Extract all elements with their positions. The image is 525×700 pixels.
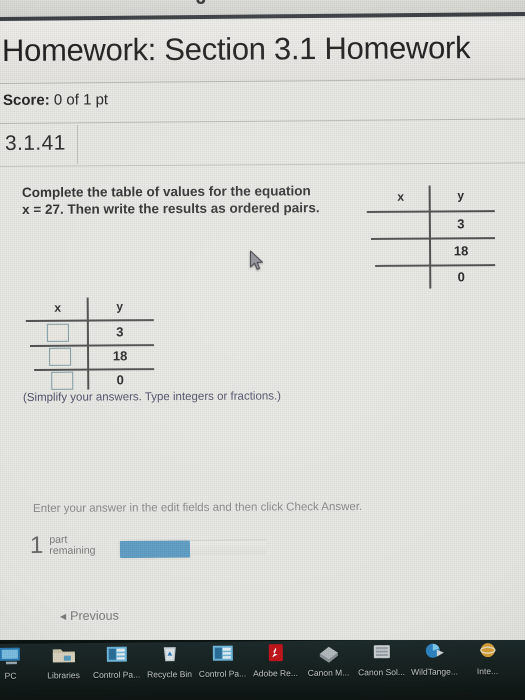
- divider-under-score: [0, 118, 525, 124]
- desktop-item-label: Control Pa...: [92, 669, 141, 680]
- mouse-cursor-icon: [249, 250, 263, 270]
- score-line: Score: 0 of 1 pt: [3, 91, 108, 109]
- answer-input-x-1[interactable]: [46, 323, 69, 342]
- parts-remaining: 1 part remaining: [29, 531, 96, 559]
- answer-table-header-y: y: [116, 299, 124, 314]
- question-prompt: Complete the table of values for the equ…: [22, 182, 342, 218]
- desktop-item-label: WildTange...: [411, 666, 458, 677]
- answer-values-table: x y 3 18 0: [25, 297, 177, 394]
- desktop-item-label: Libraries: [47, 670, 80, 681]
- desktop-item-internet[interactable]: Inte...: [461, 640, 514, 676]
- desktop-item-label: Canon Sol...: [358, 666, 405, 678]
- secondary-button-ghost[interactable]: [189, 539, 267, 555]
- prompt-line-1: Complete the table of values for the equ…: [21, 183, 311, 201]
- answer-table-rule-1: [25, 319, 154, 322]
- desktop-item-label: Recycle Bin: [147, 669, 193, 680]
- given-table-rule-1: [366, 210, 495, 213]
- canon-mp-icon: [313, 640, 343, 666]
- desktop-item-recycle-bin[interactable]: Recycle Bin: [143, 641, 196, 680]
- simplify-hint: (Simplify your answers. Type integers or…: [22, 390, 282, 404]
- question-id: 3.1.41: [4, 131, 66, 155]
- folder-icon: [48, 642, 78, 668]
- enter-answer-note: Enter your answer in the edit fields and…: [32, 500, 363, 515]
- given-table-header-y: y: [457, 188, 465, 203]
- control-panel-icon: [207, 641, 237, 667]
- check-answer-button[interactable]: [119, 540, 191, 558]
- desktop-icon-strip: PC Libraries Control Pa... Recycle Bin C…: [0, 640, 525, 700]
- answer-input-x-2[interactable]: [49, 347, 72, 366]
- divider-under-question-id: [0, 162, 525, 167]
- answer-table-rule-2: [29, 344, 155, 347]
- desktop-item-control-panel-1[interactable]: Control Pa...: [90, 641, 143, 680]
- score-label: Score:: [2, 91, 50, 109]
- desktop-item-canon-m[interactable]: Canon M...: [302, 640, 355, 678]
- given-table-cell-y-1: 3: [457, 216, 465, 232]
- answer-table-header-x: x: [54, 300, 62, 315]
- desktop-icon-list: PC Libraries Control Pa... Recycle Bin C…: [0, 640, 525, 700]
- given-table-cell-y-3: 0: [457, 269, 465, 285]
- answer-table-cell-y-2: 18: [112, 348, 128, 364]
- given-table-rule-2: [370, 237, 495, 240]
- previous-link[interactable]: ◀ Previous: [60, 609, 119, 623]
- previous-label: Previous: [70, 608, 119, 623]
- wildtangent-icon: [419, 640, 449, 665]
- answer-input-x-3[interactable]: [51, 371, 74, 390]
- this-pc-icon: [0, 643, 25, 669]
- internet-explorer-icon: [472, 640, 502, 664]
- desktop-item-adobe-reader[interactable]: Adobe Re...: [249, 640, 302, 678]
- recycle-bin-icon: [154, 641, 184, 667]
- parts-remaining-label: part remaining: [49, 534, 96, 557]
- answer-table-cell-y-1: 3: [116, 324, 124, 340]
- desktop-item-control-panel-2[interactable]: Control Pa...: [196, 640, 249, 679]
- desktop-item-label: Adobe Re...: [253, 667, 299, 679]
- previous-caret-icon: ◀: [59, 612, 67, 622]
- desktop-item-wildtangent[interactable]: WildTange...: [408, 640, 461, 677]
- canon-solution-icon: [366, 640, 396, 665]
- prompt-line-2-rest: . Then write the results as ordered pair…: [59, 200, 320, 217]
- parts-remaining-label-line2: remaining: [49, 544, 96, 557]
- partial-glyph: J: [196, 0, 208, 10]
- answer-table-cell-y-3: 0: [116, 372, 124, 388]
- desktop-item-label: Canon M...: [307, 667, 350, 678]
- desktop-item-canon-solution[interactable]: Canon Sol...: [355, 640, 408, 677]
- desktop-item-label: PC: [4, 670, 17, 681]
- control-panel-icon: [101, 642, 131, 668]
- desktop-item-libraries[interactable]: Libraries: [37, 642, 90, 681]
- desktop-item-this-pc[interactable]: PC: [0, 642, 37, 681]
- desktop-item-label: Control Pa...: [198, 668, 247, 679]
- page-title: Homework: Section 3.1 Homework: [1, 30, 471, 68]
- given-table-cell-y-2: 18: [453, 243, 469, 259]
- adobe-reader-icon: [260, 640, 290, 666]
- prompt-equation: x = 27: [22, 201, 61, 217]
- answer-table-rule-3: [34, 368, 155, 371]
- screen: J Homework: Section 3.1 Homework Score: …: [0, 0, 525, 700]
- given-values-table: x y 3 18 0: [366, 185, 518, 296]
- given-table-header-x: x: [397, 189, 405, 204]
- parts-remaining-count: 1: [29, 531, 44, 559]
- score-value: 0 of 1 pt: [53, 91, 109, 109]
- desktop-item-label: Inte...: [476, 666, 499, 677]
- given-table-rule-3: [375, 264, 496, 267]
